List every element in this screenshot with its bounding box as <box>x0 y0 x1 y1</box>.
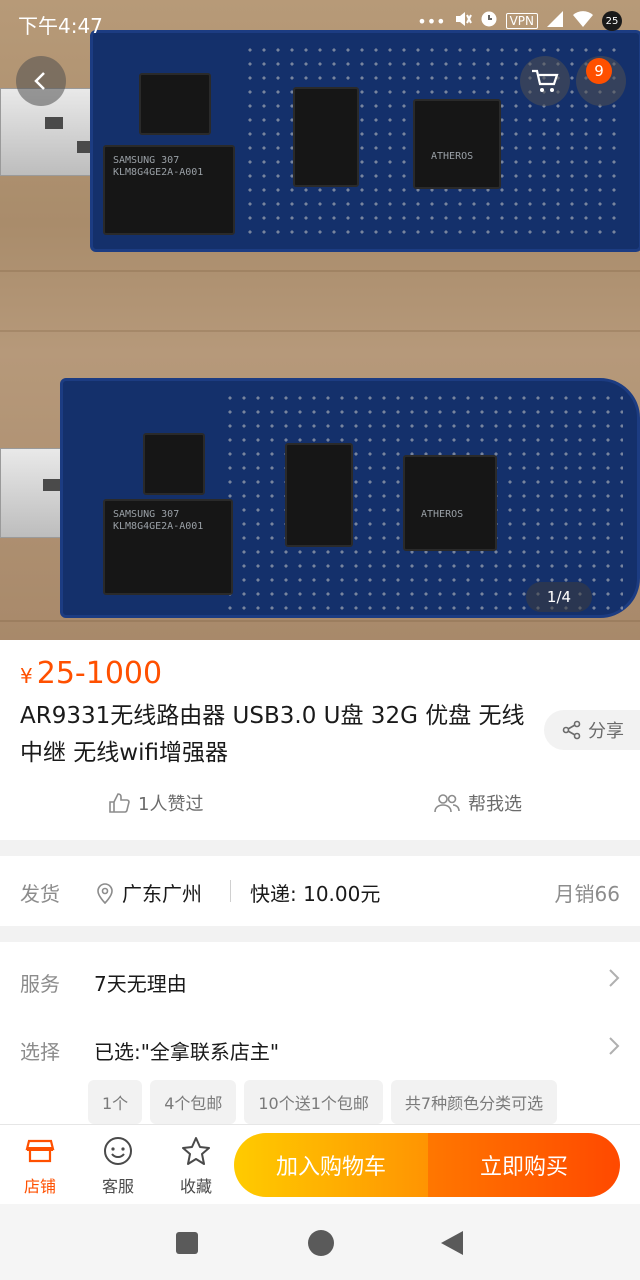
shipping-fee: 快递: 10.00元 <box>250 882 381 906</box>
status-icons: ••• VPN 25 <box>417 10 622 32</box>
battery-badge: 25 <box>602 11 622 31</box>
product-title: AR9331无线路由器 USB3.0 U盘 32G 优盘 无线中继 无线wifi… <box>20 703 525 766</box>
status-time: 下午4:47 <box>18 14 103 38</box>
location-text: 广东广州 <box>122 882 202 906</box>
share-label: 分享 <box>588 721 624 742</box>
customer-service-button[interactable]: 客服 <box>88 1135 148 1197</box>
wood-grain <box>0 620 640 622</box>
product-detail-page: SAMSUNG 307 KLM8G4GE2A-A001 ATHEROS SAMSU… <box>0 0 640 1280</box>
usb-slot <box>43 479 61 491</box>
cart-icon <box>532 69 559 92</box>
currency-symbol: ¥ <box>20 664 33 688</box>
sku-select-row[interactable]: 选择 已选:"全拿联系店主" <box>0 1028 640 1068</box>
buy-now-button[interactable]: 立即购买 <box>428 1133 620 1197</box>
back-icon[interactable] <box>441 1231 463 1255</box>
sku-tag[interactable]: 1个 <box>88 1080 143 1124</box>
add-to-cart-button[interactable]: 加入购物车 <box>234 1133 428 1197</box>
mute-icon <box>454 10 472 32</box>
location-pin-icon <box>97 882 113 904</box>
help-choose-button[interactable]: 帮我选 <box>434 790 522 816</box>
service-value: 7天无理由 <box>94 972 187 996</box>
bottom-action-bar: 店铺 客服 收藏 加入购物车 立即购买 <box>0 1124 640 1204</box>
cart-button[interactable] <box>520 56 570 106</box>
signal-icon <box>546 10 564 32</box>
product-info: ¥25-1000 AR9331无线路由器 USB3.0 U盘 32G 优盘 无线… <box>0 640 640 840</box>
options-section: 服务 7天无理由 选择 已选:"全拿联系店主" 1个 4个包邮 10个送1个包邮… <box>0 942 640 1124</box>
store-button[interactable]: 店铺 <box>10 1135 70 1197</box>
store-icon <box>25 1139 55 1163</box>
chevron-right-icon <box>608 968 620 993</box>
status-bar: 下午4:47 ••• VPN 25 <box>0 0 640 44</box>
wood-grain <box>0 270 640 272</box>
price-value: 25-1000 <box>36 656 163 691</box>
image-counter: 1/4 <box>526 582 592 612</box>
sku-tags: 1个 4个包邮 10个送1个包邮 共7种颜色分类可选 <box>88 1080 558 1124</box>
shipping-row: 发货 广东广州 快递: 10.00元 月销66 <box>0 856 640 926</box>
shipping-label: 发货 <box>20 882 60 906</box>
home-icon[interactable] <box>308 1230 334 1256</box>
sku-tag[interactable]: 共7种颜色分类可选 <box>390 1080 558 1124</box>
flash-chip: SAMSUNG 307 KLM8G4GE2A-A001 <box>103 499 233 595</box>
more-dots-icon: ••• <box>417 11 446 31</box>
chevron-left-icon <box>34 72 45 90</box>
store-label: 店铺 <box>23 1177 56 1196</box>
service-label: 服务 <box>20 972 60 996</box>
soc-chip: ATHEROS <box>413 99 501 189</box>
chevron-right-icon <box>608 1036 620 1061</box>
sku-tag[interactable]: 4个包邮 <box>150 1080 237 1124</box>
wood-grain <box>0 330 640 332</box>
wifi-icon <box>572 10 594 32</box>
recents-icon[interactable] <box>176 1232 198 1254</box>
flash-chip: SAMSUNG 307 KLM8G4GE2A-A001 <box>103 145 235 235</box>
price: ¥25-1000 <box>20 656 162 691</box>
service-row[interactable]: 服务 7天无理由 <box>0 960 640 1000</box>
selected-sku: 已选:"全拿联系店主" <box>94 1040 280 1064</box>
cart-count-badge: 9 <box>586 58 612 84</box>
like-count: 1人赞过 <box>138 794 204 815</box>
ram-chip <box>285 443 353 547</box>
sku-tag[interactable]: 10个送1个包邮 <box>244 1080 383 1124</box>
smiley-chat-icon <box>104 1137 132 1165</box>
star-icon <box>182 1137 210 1165</box>
divider <box>230 880 231 902</box>
shipping-location: 广东广州 <box>96 878 202 907</box>
people-icon <box>434 794 460 813</box>
usb-slot <box>45 117 63 129</box>
alarm-icon <box>480 10 498 32</box>
select-label: 选择 <box>20 1040 60 1064</box>
monthly-sales: 月销66 <box>554 882 620 906</box>
help-choose-label: 帮我选 <box>468 794 522 815</box>
like-button[interactable]: 1人赞过 <box>108 790 203 816</box>
controller-chip <box>139 73 211 135</box>
favorite-button[interactable]: 收藏 <box>166 1135 226 1197</box>
soc-chip: ATHEROS <box>403 455 497 551</box>
ram-chip <box>293 87 359 187</box>
thumbs-up-icon <box>109 793 130 813</box>
service-label: 客服 <box>101 1177 134 1196</box>
vpn-icon: VPN <box>505 13 538 29</box>
system-nav-bar <box>0 1204 640 1280</box>
share-icon <box>562 720 581 740</box>
controller-chip <box>143 433 205 495</box>
share-button[interactable]: 分享 <box>544 710 640 750</box>
favorite-label: 收藏 <box>179 1177 212 1196</box>
back-button[interactable] <box>16 56 66 106</box>
